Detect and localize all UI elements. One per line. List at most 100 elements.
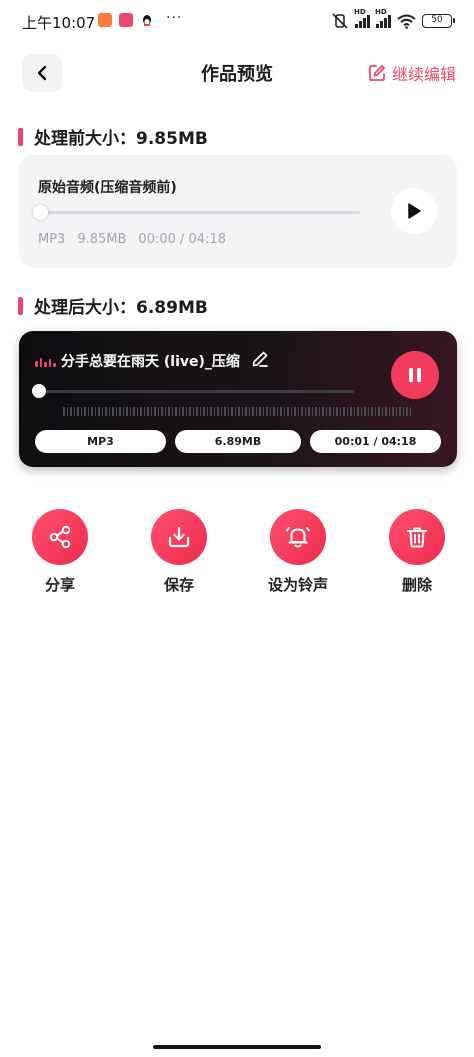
waveform-bar [136, 407, 138, 416]
waveform-bar [70, 407, 72, 416]
waveform-bar [294, 407, 296, 416]
ringtone-circle[interactable] [270, 509, 326, 565]
waveform-bar [199, 407, 201, 416]
edit-icon [369, 65, 385, 81]
waveform-bar [367, 407, 369, 416]
waveform-bar [346, 407, 348, 416]
waveform-bar [168, 407, 170, 416]
waveform-bar [315, 407, 317, 416]
accent-bar [18, 296, 23, 315]
status-bar: 上午10:07 ··· HD HD 50 [0, 0, 474, 44]
original-time: 00:00 / 04:18 [138, 232, 226, 247]
before-size-text: 处理前大小：9.85MB [34, 129, 208, 149]
waveform-bar [77, 407, 79, 416]
waveform-bar [364, 407, 366, 416]
home-indicator[interactable] [153, 1045, 321, 1049]
waveform-bars [63, 407, 413, 416]
waveform-bar [406, 407, 408, 416]
delete-label: 删除 [401, 576, 432, 594]
share-icon [49, 525, 71, 549]
original-progress-handle[interactable] [33, 205, 48, 220]
waveform-bar [150, 407, 152, 416]
waveform-bar [101, 407, 103, 416]
qq-icon [140, 13, 154, 27]
waveform-bar [94, 407, 96, 416]
waveform-bar [133, 407, 135, 416]
waveform-bar [231, 407, 233, 416]
continue-edit-button[interactable]: 继续编辑 [368, 61, 456, 85]
waveform-bar [66, 407, 68, 416]
rename-button[interactable] [251, 350, 269, 372]
waveform-bar [308, 407, 310, 416]
delete-button[interactable]: 删除 [372, 509, 462, 595]
save-button[interactable]: 保存 [134, 509, 224, 595]
processed-pause-button[interactable] [391, 351, 439, 399]
waveform-bar [129, 407, 131, 416]
processed-audio-title: 分手总要在雨天 (live)_压缩 [61, 354, 240, 370]
waveform-bar [217, 407, 219, 416]
original-progress-track[interactable] [39, 211, 360, 214]
waveform-bar [318, 407, 320, 416]
waveform-bar [409, 407, 411, 416]
delete-circle[interactable] [389, 509, 445, 565]
waveform-bar [283, 407, 285, 416]
waveform-bar [374, 407, 376, 416]
waveform-bar [189, 407, 191, 416]
before-size-heading: 处理前大小：9.85MB [18, 124, 208, 149]
waveform-bar [371, 407, 373, 416]
waveform-bar [178, 407, 180, 416]
waveform-bar [402, 407, 404, 416]
waveform-bar [108, 407, 110, 416]
original-audio-meta: MP3 9.85MB 00:00 / 04:18 [38, 232, 226, 247]
waveform-bar [276, 407, 278, 416]
waveform-bar [192, 407, 194, 416]
status-indicators: HD HD 50 [331, 8, 455, 31]
waveform-bar [143, 407, 145, 416]
waveform-bar [304, 407, 306, 416]
waveform-bar [248, 407, 250, 416]
after-size-text: 处理后大小：6.89MB [34, 298, 208, 318]
waveform-bar [185, 407, 187, 416]
signal-icon: HD [375, 8, 391, 28]
waveform-bar [105, 407, 107, 416]
waveform-bar [280, 407, 282, 416]
waveform-bar [126, 407, 128, 416]
waveform-bar [157, 407, 159, 416]
waveform-bar [399, 407, 401, 416]
waveform-bar [84, 407, 86, 416]
waveform-bar [392, 407, 394, 416]
share-circle[interactable] [32, 509, 88, 565]
waveform-bar [325, 407, 327, 416]
waveform-bar [322, 407, 324, 416]
pause-icon [409, 368, 421, 382]
waveform-bar [255, 407, 257, 416]
original-play-button[interactable] [391, 188, 437, 234]
waveform-bar [213, 407, 215, 416]
processed-progress-handle[interactable] [32, 384, 46, 398]
waveform-bar [196, 407, 198, 416]
save-circle[interactable] [151, 509, 207, 565]
waveform-bar [224, 407, 226, 416]
set-ringtone-button[interactable]: 设为铃声 [253, 509, 343, 595]
waveform-bar [297, 407, 299, 416]
waveform-bar [311, 407, 313, 416]
waveform-bar [164, 407, 166, 416]
original-audio-title: 原始音频(压缩音频前) [38, 180, 177, 196]
trash-icon [406, 527, 428, 548]
after-size-heading: 处理后大小：6.89MB [18, 293, 208, 318]
waveform-bar [262, 407, 264, 416]
waveform-bar [175, 407, 177, 416]
waveform-bar [360, 407, 362, 416]
save-label: 保存 [163, 576, 194, 594]
waveform-bar [210, 407, 212, 416]
waveform-bar [63, 407, 65, 416]
share-label: 分享 [44, 576, 75, 594]
ringtone-label: 设为铃声 [267, 576, 328, 594]
waveform-bar [115, 407, 117, 416]
waveform-bar [154, 407, 156, 416]
share-button[interactable]: 分享 [15, 509, 105, 595]
waveform-bar [182, 407, 184, 416]
processed-progress-track[interactable] [39, 390, 354, 393]
waveform-bar [122, 407, 124, 416]
original-size: 9.85MB [77, 232, 127, 247]
